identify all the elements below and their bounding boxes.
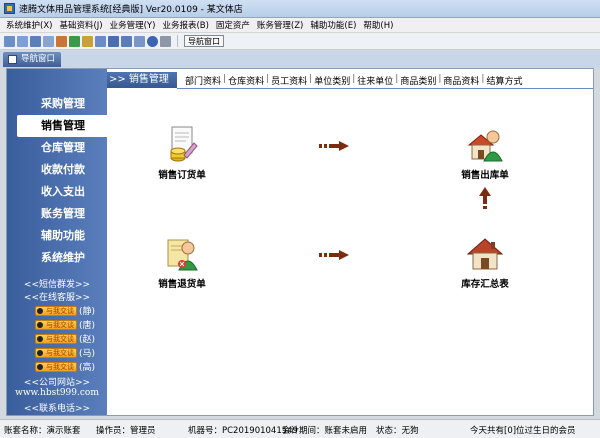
link-product-categories[interactable]: 商品类别: [400, 74, 436, 87]
header-divider: [177, 88, 593, 89]
disk-icon[interactable]: [121, 35, 132, 47]
people-icon[interactable]: [69, 35, 80, 47]
link-settlement[interactable]: 结算方式: [486, 74, 522, 87]
support-link[interactable]: <<在线客服>>: [7, 290, 107, 303]
qq-contact-name: (唐): [79, 321, 96, 331]
house-icon: [465, 234, 505, 274]
inventory-summary-label: 库存汇总表: [461, 279, 509, 290]
qq-chat-badge[interactable]: 与我交谈: [35, 361, 77, 372]
list-icon[interactable]: [43, 35, 54, 47]
sales-outbound-label: 销售出库单: [461, 170, 509, 181]
qq-contact[interactable]: 与我交谈 (唐): [35, 319, 96, 331]
status-account: 账套名称：演示账套: [4, 426, 81, 436]
breadcrumb: >> 销售管理: [107, 72, 177, 88]
status-period: 会计期间：账套未启用: [282, 426, 368, 436]
copy-icon[interactable]: [30, 35, 41, 47]
window-icon[interactable]: [17, 35, 28, 47]
inventory-summary-node[interactable]: 库存汇总表: [455, 234, 515, 290]
toolbar-separator: [177, 35, 178, 47]
sidebar-item-system[interactable]: 系统维护: [17, 247, 107, 269]
menu-help[interactable]: 帮助(H): [363, 19, 393, 31]
coins-icon[interactable]: [82, 35, 93, 47]
arrow-up-icon: [479, 187, 491, 211]
menu-basic-data[interactable]: 基础资料(J): [59, 19, 102, 31]
link-products[interactable]: 商品资料: [443, 74, 479, 87]
window-icon: [8, 55, 17, 64]
menu-fixed-assets[interactable]: 固定资产: [216, 19, 250, 31]
menu-reports[interactable]: 业务报表(B): [162, 19, 208, 31]
sales-order-node[interactable]: 销售订货单: [152, 125, 212, 181]
qq-contact[interactable]: 与我交谈 (马): [35, 347, 96, 359]
link-unit-categories[interactable]: 单位类别: [314, 74, 350, 87]
link-departments[interactable]: 部门资料: [185, 74, 221, 87]
sales-order-label: 销售订货单: [158, 170, 206, 181]
nav-window: 采购管理 销售管理 仓库管理 收款付款 收入支出 账务管理 辅助功能 系统维护 …: [6, 68, 594, 416]
menu-auxiliary[interactable]: 辅助功能(E): [310, 19, 356, 31]
sidebar-item-income[interactable]: 收入支出: [17, 181, 107, 203]
contact-phone-link[interactable]: <<联系电话>>: [7, 401, 107, 414]
exit-icon[interactable]: [160, 35, 171, 47]
print-icon[interactable]: [134, 35, 145, 47]
warehouse-user-icon: [465, 125, 505, 165]
arrow-right-icon: [319, 250, 349, 260]
link-employees[interactable]: 员工资料: [271, 74, 307, 87]
sms-link[interactable]: <<短信群发>>: [7, 277, 107, 290]
qq-chat-badge[interactable]: 与我交谈: [35, 333, 77, 344]
qq-chat-badge[interactable]: 与我交谈: [35, 305, 77, 316]
save-icon[interactable]: [108, 35, 119, 47]
return-user-icon: [162, 234, 202, 274]
sales-return-node[interactable]: 销售退货单: [152, 234, 212, 290]
dock-tab-row: 导航窗口: [0, 51, 600, 68]
link-partners[interactable]: 往来单位: [357, 74, 393, 87]
qq-contact-name: (马): [79, 349, 96, 359]
menu-business[interactable]: 业务管理(Y): [110, 19, 156, 31]
help-icon[interactable]: [147, 35, 158, 47]
arrow-right-icon: [319, 141, 349, 151]
menu-system[interactable]: 系统维护(X): [6, 19, 52, 31]
document-icon[interactable]: [95, 35, 106, 47]
qq-chat-badge[interactable]: 与我交谈: [35, 319, 77, 330]
qq-contact[interactable]: 与我交谈 (高): [35, 361, 96, 373]
toolbar: 导航窗口: [0, 33, 600, 50]
status-operator: 操作员：管理员: [96, 426, 156, 436]
title-bar: 速腾文体用品管理系统[经典版] Ver20.0109 - 某文体店: [0, 0, 600, 18]
qq-chat-badge[interactable]: 与我交谈: [35, 347, 77, 358]
content-header: >> 销售管理 部门资料 | 仓库资料 | 员工资料 | 单位类别 | 往来单位 | 商品…: [107, 70, 593, 90]
sales-outbound-node[interactable]: 销售出库单: [455, 125, 515, 181]
sidebar: 采购管理 销售管理 仓库管理 收款付款 收入支出 账务管理 辅助功能 系统维护 …: [7, 69, 107, 415]
status-birthday: 今天共有[0]位过生日的会员: [470, 426, 576, 436]
menu-bar: 系统维护(X) 基础资料(J) 业务管理(Y) 业务报表(B) 固定资产 账务管…: [0, 18, 600, 33]
qq-contact[interactable]: 与我交谈 (静): [35, 305, 96, 317]
app-icon: [4, 3, 15, 14]
qq-contact-name: (赵): [79, 335, 96, 345]
quick-links: 部门资料 | 仓库资料 | 员工资料 | 单位类别 | 往来单位 | 商品类别 | 商品资料…: [185, 74, 523, 87]
calculator-icon[interactable]: [4, 35, 15, 47]
sidebar-item-purchase[interactable]: 采购管理: [17, 93, 107, 115]
sidebar-item-accounts[interactable]: 账务管理: [17, 203, 107, 225]
sidebar-item-auxiliary[interactable]: 辅助功能: [17, 225, 107, 247]
sales-return-label: 销售退货单: [158, 279, 206, 290]
chart-icon[interactable]: [56, 35, 67, 47]
nav-window-button[interactable]: 导航窗口: [184, 35, 224, 47]
menu-accounts[interactable]: 账务管理(Z): [257, 19, 303, 31]
dock-tab-nav[interactable]: 导航窗口: [3, 52, 62, 67]
status-bar: 账套名称：演示账套 操作员：管理员 机器号：PC201901041549 会计期…: [0, 419, 600, 438]
sidebar-item-sales[interactable]: 销售管理: [17, 115, 107, 137]
qq-contact-name: (高): [79, 363, 96, 373]
order-form-icon: [162, 125, 202, 165]
sidebar-item-warehouse[interactable]: 仓库管理: [17, 137, 107, 159]
qq-contact-name: (静): [79, 307, 96, 317]
qq-contact[interactable]: 与我交谈 (赵): [35, 333, 96, 345]
link-warehouses[interactable]: 仓库资料: [228, 74, 264, 87]
company-site-label: <<公司网站>>: [23, 378, 91, 388]
company-site-link[interactable]: www.hbst999.com: [7, 388, 107, 398]
sidebar-item-payments[interactable]: 收款付款: [17, 159, 107, 181]
window-title: 速腾文体用品管理系统[经典版] Ver20.0109 - 某文体店: [19, 5, 243, 15]
status-state: 状态：无狗: [376, 426, 419, 436]
dock-tab-label: 导航窗口: [21, 54, 56, 64]
